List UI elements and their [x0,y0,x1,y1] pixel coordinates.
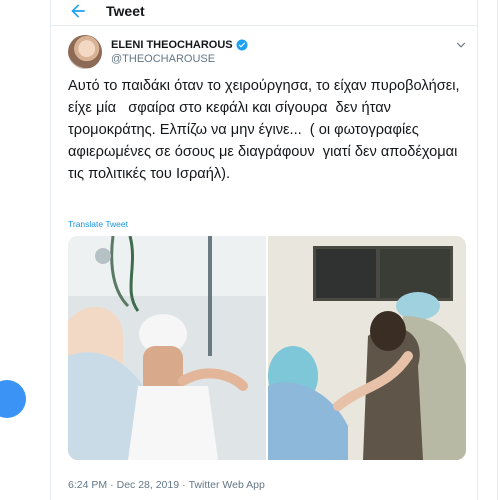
meta-separator: · [110,479,114,491]
photo-surgery-child-image [68,236,266,460]
verified-badge-icon [236,39,248,51]
floating-action-button[interactable] [0,380,26,418]
photo-doctor-examination[interactable] [268,236,466,460]
page-title: Tweet [106,3,145,19]
tweet-source[interactable]: Twitter Web App [189,479,265,491]
author-name[interactable]: ELENI THEOCHAROUS [111,39,248,51]
tweet-media [68,236,466,460]
tweet-text: Αυτό το παιδάκι όταν το χειρούργησα, το … [68,78,464,182]
author-handle[interactable]: @THEOCHAROUSE [111,53,215,65]
right-column-divider [497,0,498,500]
meta-separator-2: · [182,479,186,491]
tweet-date[interactable]: Dec 28, 2019 [117,479,179,491]
tweet-meta: 6:24 PM · Dec 28, 2019 · Twitter Web App [68,479,265,491]
tweet-time[interactable]: 6:24 PM [68,479,107,491]
author-name-text[interactable]: ELENI THEOCHAROUS [111,39,233,51]
avatar[interactable] [68,35,102,69]
chevron-down-icon[interactable] [454,38,468,52]
translate-tweet-link[interactable]: Translate Tweet [68,219,128,229]
tweet-column: Tweet ELENI THEOCHAROUS @THEOCHAROUSE Αυ… [50,0,478,500]
photo-surgery-child[interactable] [68,236,266,460]
photo-doctor-examination-image [268,236,466,460]
page-header: Tweet [51,0,477,26]
arrow-left-icon[interactable] [68,1,88,21]
